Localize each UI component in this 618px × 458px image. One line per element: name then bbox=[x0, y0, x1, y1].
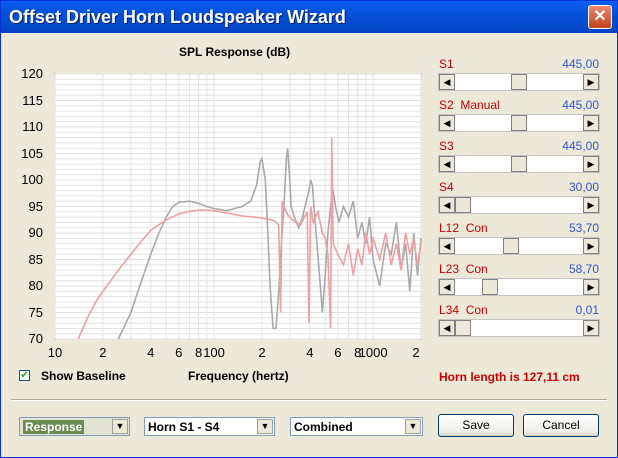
slider-track[interactable]: ◀ ▶ bbox=[438, 278, 600, 296]
slider-value: 445,00 bbox=[562, 57, 599, 71]
chevron-left-icon[interactable]: ◀ bbox=[439, 197, 455, 213]
slider-thumb[interactable] bbox=[511, 115, 527, 131]
wizard-window: Offset Driver Horn Loudspeaker Wizard ✕ … bbox=[0, 0, 618, 458]
x-tick-label: 1000 bbox=[358, 345, 388, 360]
chevron-left-icon[interactable]: ◀ bbox=[439, 74, 455, 90]
y-tick-label: 100 bbox=[21, 172, 43, 187]
y-tick-label: 70 bbox=[28, 331, 43, 346]
chevron-left-icon[interactable]: ◀ bbox=[439, 156, 455, 172]
view-select[interactable]: Response ▼ bbox=[19, 417, 130, 436]
cancel-button[interactable]: Cancel bbox=[523, 414, 599, 437]
chevron-right-icon[interactable]: ▶ bbox=[583, 156, 599, 172]
separator-line bbox=[11, 399, 607, 401]
chevron-left-icon[interactable]: ◀ bbox=[439, 115, 455, 131]
x-tick-label: 100 bbox=[203, 345, 225, 360]
slider-label: L23 Con bbox=[439, 262, 488, 276]
chevron-right-icon[interactable]: ▶ bbox=[583, 115, 599, 131]
slider-track[interactable]: ◀ ▶ bbox=[438, 114, 600, 132]
save-button[interactable]: Save bbox=[438, 414, 514, 437]
x-tick-label: 2 bbox=[99, 345, 107, 360]
slider-thumb[interactable] bbox=[455, 197, 471, 213]
close-button[interactable]: ✕ bbox=[588, 5, 612, 29]
y-tick-label: 115 bbox=[22, 92, 43, 108]
slider-value: 53,70 bbox=[568, 221, 599, 235]
mode-select-value: Combined bbox=[294, 420, 353, 434]
slider-track[interactable]: ◀ ▶ bbox=[438, 196, 600, 214]
show-baseline-checkbox[interactable]: ✔ bbox=[19, 370, 30, 381]
slider-thumb[interactable] bbox=[511, 156, 527, 172]
y-tick-label: 120 bbox=[21, 66, 43, 81]
spl-response-chart bbox=[54, 73, 422, 340]
x-axis-title: Frequency (hertz) bbox=[188, 369, 289, 383]
x-tick-label: 2 bbox=[412, 345, 420, 360]
chevron-right-icon[interactable]: ▶ bbox=[583, 74, 599, 90]
slider-track[interactable]: ◀ ▶ bbox=[438, 319, 600, 337]
chevron-right-icon[interactable]: ▶ bbox=[583, 197, 599, 213]
slider-track[interactable]: ◀ ▶ bbox=[438, 73, 600, 91]
slider-value: 0,01 bbox=[575, 303, 599, 317]
slider-label: S2 Manual bbox=[439, 98, 500, 112]
horn-select-value: Horn S1 - S4 bbox=[148, 420, 220, 434]
y-tick-label: 95 bbox=[28, 198, 43, 214]
x-tick-label: 4 bbox=[306, 345, 314, 360]
slider-thumb[interactable] bbox=[503, 238, 520, 254]
y-tick-label: 80 bbox=[28, 278, 43, 293]
title-bar: Offset Driver Horn Loudspeaker Wizard ✕ bbox=[1, 1, 617, 33]
chart-title: SPL Response (dB) bbox=[179, 45, 291, 59]
slider-track[interactable]: ◀ ▶ bbox=[438, 155, 600, 173]
chevron-left-icon[interactable]: ◀ bbox=[439, 279, 455, 295]
y-tick-label: 85 bbox=[28, 251, 43, 267]
horn-select[interactable]: Horn S1 - S4 ▼ bbox=[144, 417, 275, 436]
x-tick-label: 2 bbox=[258, 345, 266, 360]
window-title: Offset Driver Horn Loudspeaker Wizard bbox=[9, 7, 346, 27]
slider-value: 445,00 bbox=[562, 139, 599, 153]
slider-thumb[interactable] bbox=[481, 279, 498, 295]
chevron-right-icon[interactable]: ▶ bbox=[583, 320, 599, 336]
slider-value: 445,00 bbox=[562, 98, 599, 112]
slider-label: S3 bbox=[439, 139, 454, 153]
show-baseline-label: Show Baseline bbox=[41, 369, 126, 383]
y-tick-label: 90 bbox=[28, 225, 43, 240]
slider-label: S1 bbox=[439, 57, 454, 71]
x-tick-label: 10 bbox=[47, 345, 63, 360]
chevron-left-icon[interactable]: ◀ bbox=[439, 320, 455, 336]
slider-value: 58,70 bbox=[568, 262, 599, 276]
slider-label: S4 bbox=[439, 180, 454, 194]
slider-label: L34 Con bbox=[439, 303, 488, 317]
chevron-right-icon[interactable]: ▶ bbox=[583, 279, 599, 295]
slider-value: 30,00 bbox=[568, 180, 599, 194]
mode-select[interactable]: Combined ▼ bbox=[290, 417, 423, 436]
chevron-down-icon[interactable]: ▼ bbox=[257, 419, 273, 434]
y-tick-label: 105 bbox=[21, 145, 43, 161]
chevron-down-icon[interactable]: ▼ bbox=[405, 419, 421, 434]
slider-label: L12 Con bbox=[439, 221, 488, 235]
y-tick-label: 110 bbox=[22, 119, 43, 134]
slider-track[interactable]: ◀ ▶ bbox=[438, 237, 600, 255]
slider-thumb[interactable] bbox=[455, 320, 471, 336]
chevron-right-icon[interactable]: ▶ bbox=[583, 238, 599, 254]
view-select-value: Response bbox=[23, 420, 85, 434]
x-tick-label: 4 bbox=[147, 345, 155, 360]
chevron-left-icon[interactable]: ◀ bbox=[439, 238, 455, 254]
y-tick-label: 75 bbox=[28, 304, 43, 320]
horn-length-readout: Horn length is 127,11 cm bbox=[439, 370, 580, 384]
slider-thumb[interactable] bbox=[511, 74, 527, 90]
chevron-down-icon[interactable]: ▼ bbox=[112, 419, 128, 434]
